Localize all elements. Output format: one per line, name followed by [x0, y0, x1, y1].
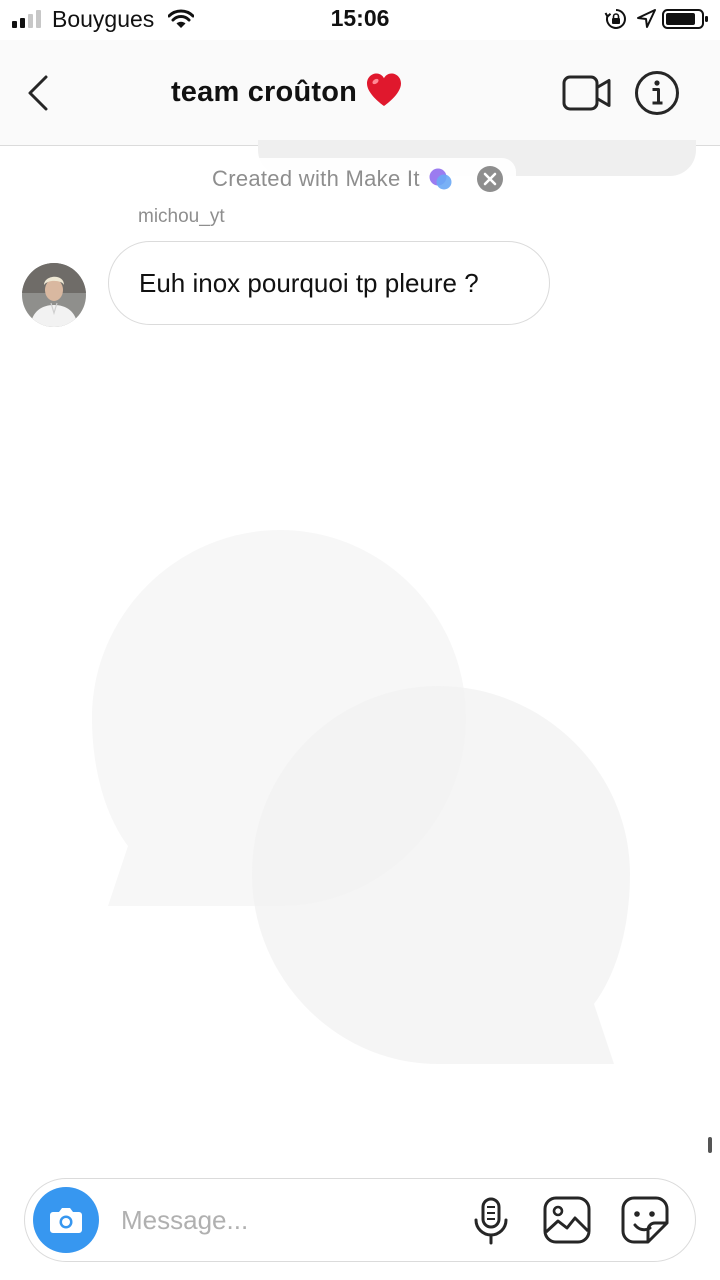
created-with-text: Created with Make It	[212, 166, 420, 191]
close-icon[interactable]	[476, 165, 504, 193]
created-with-banner: Created with Make It	[200, 158, 516, 200]
sender-avatar[interactable]	[22, 263, 86, 327]
sticker-icon[interactable]	[621, 1196, 669, 1244]
message-composer	[24, 1178, 696, 1262]
bubbles-icon	[429, 168, 452, 190]
chat-title-area[interactable]: team croûton	[0, 72, 574, 109]
camera-button[interactable]	[33, 1187, 99, 1253]
message-sender-name: michou_yt	[138, 206, 225, 227]
camera-icon	[50, 1208, 82, 1233]
gallery-icon[interactable]	[543, 1196, 591, 1244]
chat-header: team croûton	[0, 40, 720, 146]
location-icon	[637, 9, 656, 28]
message-bubble[interactable]: Euh inox pourquoi tp pleure ?	[108, 241, 550, 325]
heart-icon	[367, 73, 402, 106]
video-call-icon[interactable]	[562, 72, 612, 114]
chat-bubbles-watermark-icon	[92, 530, 630, 1064]
info-icon[interactable]	[634, 70, 680, 116]
rotation-lock-icon	[604, 9, 626, 29]
battery-icon	[662, 9, 708, 29]
message-text: Euh inox pourquoi tp pleure ?	[139, 267, 479, 298]
message-input[interactable]	[121, 1193, 461, 1247]
chat-title: team croûton	[170, 76, 358, 108]
scrollbar[interactable]	[708, 1137, 712, 1153]
microphone-icon[interactable]	[471, 1197, 511, 1245]
status-bar: Bouygues 15:06	[0, 0, 720, 40]
avatar-photo	[22, 263, 86, 327]
